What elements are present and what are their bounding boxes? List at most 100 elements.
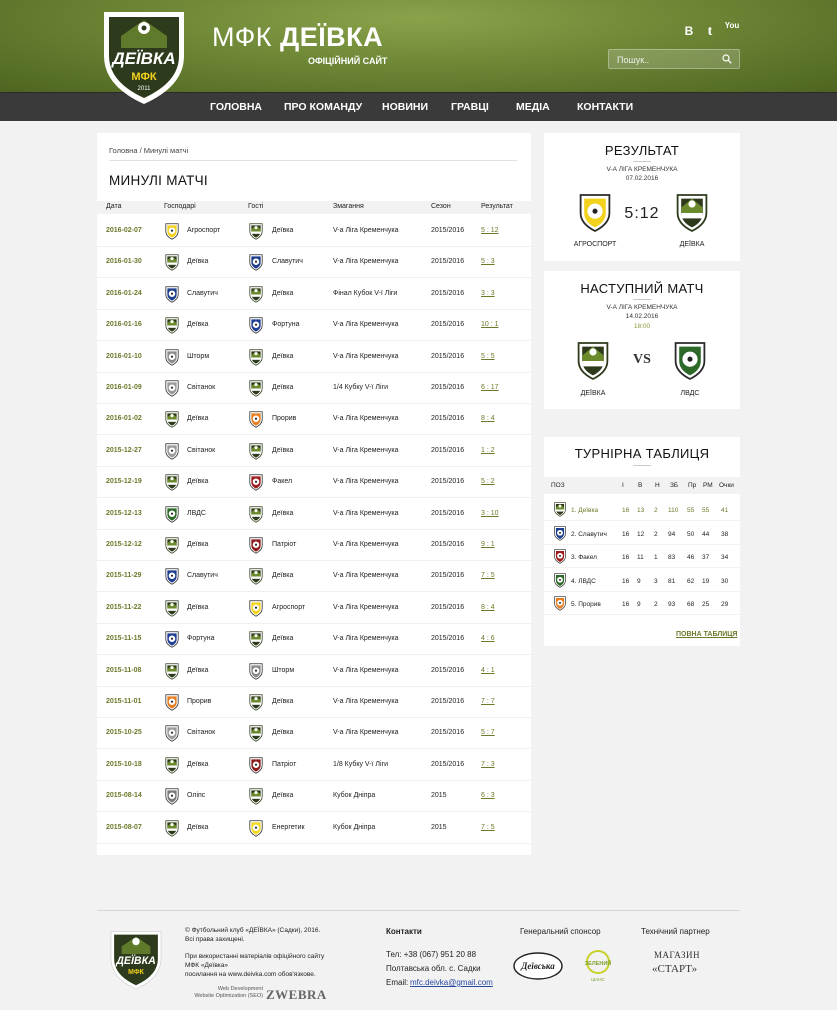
team-crest-icon xyxy=(553,572,567,588)
match-date: 2015-11-29 xyxy=(106,572,142,580)
competition: V-а Ліга Кременчука xyxy=(333,321,399,329)
column-header-season: Сезон xyxy=(431,203,451,210)
full-table-link[interactable]: ПОВНА ТАБЛИЦЯ xyxy=(676,631,737,638)
away-crest-icon xyxy=(248,254,264,272)
breadcrumb[interactable]: Головна / Минулі матчі xyxy=(109,146,188,155)
standings-value: 16 xyxy=(622,577,630,585)
nav-item-about[interactable]: ПРО КОМАНДУ xyxy=(284,101,362,113)
next-match-title: НАСТУПНИЙ МАТЧ xyxy=(580,281,704,296)
match-score-link[interactable]: 3 : 10 xyxy=(481,510,499,517)
partner-logo-line[interactable]: «СТАРТ» xyxy=(652,963,697,975)
match-score-link[interactable]: 7 : 5 xyxy=(481,572,495,579)
match-score-link[interactable]: 4 : 6 xyxy=(481,635,495,642)
footer-logo[interactable]: ДЕЇВКА МФК xyxy=(106,923,166,995)
zwebra-logo[interactable]: ZWEBRA xyxy=(266,987,327,1003)
nav-item-players[interactable]: ГРАВЦІ xyxy=(451,101,489,113)
match-date: 2015-10-18 xyxy=(106,760,142,768)
match-score-link[interactable]: 3 : 3 xyxy=(481,290,495,297)
standings-row[interactable]: 4. ЛВДС 16 9 3 81 62 19 30 xyxy=(544,570,740,592)
match-date: 2016-01-02 xyxy=(106,415,142,423)
home-team: Деївка xyxy=(187,603,209,611)
youtube-icon[interactable]: You xyxy=(724,21,740,37)
versus-label: VS xyxy=(633,352,651,367)
away-team: Деївка xyxy=(272,572,294,580)
standings-row[interactable]: 3. Факел 16 11 1 83 46 37 34 xyxy=(544,546,740,568)
divider xyxy=(109,160,517,161)
match-date: 2015-08-07 xyxy=(106,823,142,831)
home-crest-icon xyxy=(164,694,180,711)
contact-email-link[interactable]: mfc.deivka@gmail.com xyxy=(410,978,493,987)
match-score-link[interactable]: 4 : 1 xyxy=(481,667,495,674)
season: 2015/2016 xyxy=(431,415,465,423)
footer-notice-line[interactable]: посилання на www.deivka.com обов'язкове. xyxy=(185,970,324,979)
standings-team: 1. Деївка xyxy=(571,507,599,514)
standings-value: 2 xyxy=(654,507,658,514)
match-score-link[interactable]: 8 : 4 xyxy=(481,415,495,422)
match-score-link[interactable]: 10 : 1 xyxy=(481,321,499,328)
search-input[interactable] xyxy=(609,51,719,69)
match-score-link[interactable]: 6 : 17 xyxy=(481,384,499,391)
season: 2015/2016 xyxy=(431,729,465,737)
home-team: Деївка xyxy=(187,258,209,266)
footer-dev-credit: Web Development Website Optimization (SE… xyxy=(185,986,263,1000)
competition: V-а Ліга Кременчука xyxy=(333,446,399,454)
standings-header: ПОЗ І В Н ЗБ Пр РМ Очки xyxy=(544,477,740,494)
sponsor-deivska-logo[interactable]: Деївська xyxy=(512,950,564,982)
nav-item-home[interactable]: ГОЛОВНА xyxy=(210,101,262,113)
match-score-link[interactable]: 7 : 3 xyxy=(481,761,495,768)
match-score-link[interactable]: 1 : 2 xyxy=(481,447,495,454)
season: 2015 xyxy=(431,823,447,831)
vk-icon[interactable]: B xyxy=(681,24,697,40)
nav-item-media[interactable]: МЕДІА xyxy=(516,101,550,113)
match-score-link[interactable]: 9 : 1 xyxy=(481,541,495,548)
standings-value: 30 xyxy=(721,577,729,585)
match-date: 2015-12-27 xyxy=(106,446,142,454)
away-crest-icon xyxy=(248,474,264,491)
search-icon[interactable] xyxy=(722,54,732,64)
standings-col-pos: ПОЗ xyxy=(551,482,565,489)
team-crest-icon xyxy=(553,525,567,541)
match-score-link[interactable]: 8 : 4 xyxy=(481,604,495,611)
competition: V-а Ліга Кременчука xyxy=(333,227,399,234)
competition: V-а Ліга Кременчука xyxy=(333,415,399,423)
standings-row[interactable]: 1. Деївка 16 13 2 110 55 55 41 xyxy=(544,499,740,521)
standings-value: 25 xyxy=(702,601,710,608)
home-crest-icon xyxy=(164,380,180,397)
standings-value: 93 xyxy=(668,601,676,608)
match-score-link[interactable]: 5 : 7 xyxy=(481,729,495,736)
away-team: Деївка xyxy=(272,352,294,360)
table-row: 2015-08-14 Оліпс Деївка Кубок Дніпра 2015 6 :… xyxy=(97,781,531,813)
logo-year: 2011 xyxy=(138,86,152,92)
season: 2015/2016 xyxy=(431,478,465,486)
match-score-link[interactable]: 6 : 3 xyxy=(481,792,495,799)
standings-row[interactable]: 2. Славутич 16 12 2 94 50 44 38 xyxy=(544,523,740,545)
partner-logo-line[interactable]: МАГАЗИН xyxy=(654,950,700,960)
home-crest-icon xyxy=(164,568,180,586)
match-score-link[interactable]: 5 : 3 xyxy=(481,258,495,265)
season: 2015/2016 xyxy=(431,635,465,643)
standings-row[interactable]: 5. Прорив 16 9 2 93 68 25 29 xyxy=(544,593,740,615)
match-score-link[interactable]: 5 : 2 xyxy=(481,478,495,485)
away-team: Деївка xyxy=(272,446,294,454)
away-crest-icon xyxy=(248,819,264,837)
standings-value: 1 xyxy=(654,554,658,561)
away-team: Деївка xyxy=(272,509,294,517)
sponsor-green-chance-logo[interactable]: ЗЕЛЕНИЙ ШАНС xyxy=(578,948,618,984)
match-date: 2016-01-30 xyxy=(106,258,142,266)
match-date: 2016-01-16 xyxy=(106,321,142,329)
match-score-link[interactable]: 5 : 12 xyxy=(481,227,499,234)
nav-item-contacts[interactable]: КОНТАКТИ xyxy=(577,101,633,113)
nav-item-news[interactable]: НОВИНИ xyxy=(382,101,428,113)
match-score-link[interactable]: 5 : 5 xyxy=(481,353,495,360)
result-score[interactable]: 5:12 xyxy=(544,205,740,223)
twitter-icon[interactable]: t xyxy=(702,24,718,40)
result-away-team: ДЕЇВКА xyxy=(679,241,705,248)
club-logo[interactable]: ДЕЇВКА МФК 2011 xyxy=(96,6,192,106)
home-team: Шторм xyxy=(187,352,210,360)
match-score-link[interactable]: 7 : 5 xyxy=(481,824,495,831)
away-crest-icon xyxy=(248,223,264,240)
footer-notice-line: МФК «Деївка» xyxy=(185,962,228,969)
match-score-link[interactable]: 7 : 7 xyxy=(481,698,495,705)
away-crest-icon xyxy=(248,694,264,711)
standings-value: 2 xyxy=(654,601,658,608)
